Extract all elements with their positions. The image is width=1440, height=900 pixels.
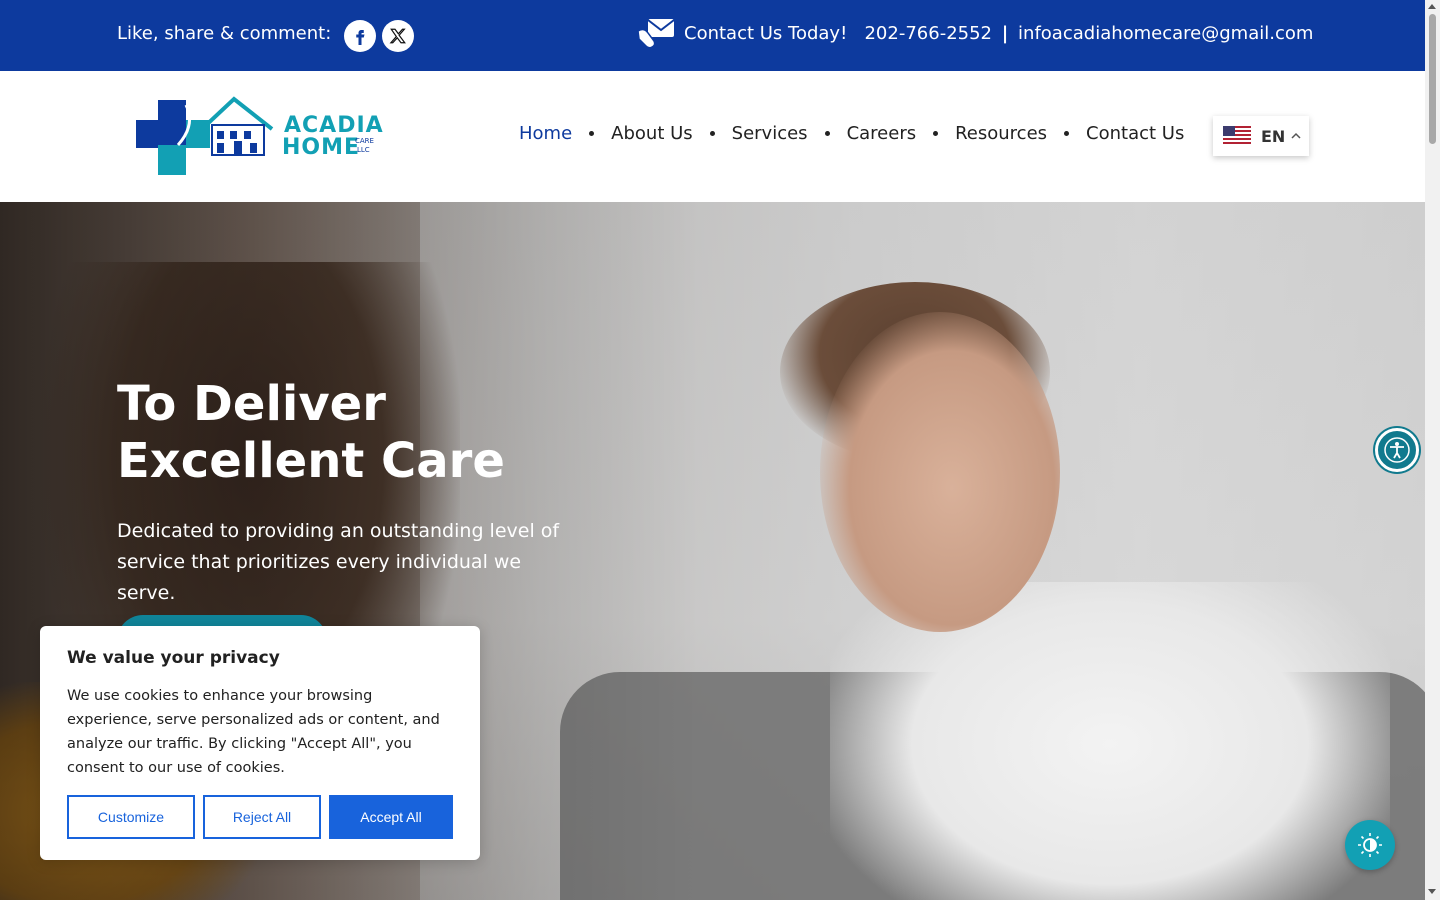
logo-line2: HOME <box>282 135 361 160</box>
main-nav: Home About Us Services Careers Resources… <box>519 123 1184 144</box>
customize-button[interactable]: Customize <box>67 795 195 839</box>
nav-contact-us[interactable]: Contact Us <box>1086 123 1184 144</box>
language-switcher[interactable]: EN <box>1213 116 1309 156</box>
nav-separator <box>824 131 830 136</box>
facebook-icon[interactable] <box>344 20 376 52</box>
contrast-toggle-icon[interactable] <box>1345 820 1395 870</box>
x-icon[interactable] <box>382 20 414 52</box>
cookie-banner: We value your privacy We use cookies to … <box>40 626 480 860</box>
nav-resources[interactable]: Resources <box>955 123 1047 144</box>
scroll-thumb[interactable] <box>1429 14 1436 144</box>
language-code: EN <box>1261 126 1286 146</box>
contact-handshake-icon <box>637 19 675 49</box>
nav-separator <box>709 131 715 136</box>
brightness-icon <box>1358 833 1382 857</box>
cookie-title: We value your privacy <box>67 648 280 668</box>
us-flag-icon <box>1223 126 1251 146</box>
logo-llc: LLC <box>357 146 370 154</box>
nav-separator <box>589 131 595 136</box>
nav-services[interactable]: Services <box>732 123 808 144</box>
nav-careers[interactable]: Careers <box>847 123 917 144</box>
cookie-actions: Customize Reject All Accept All <box>67 795 453 839</box>
accept-all-button[interactable]: Accept All <box>329 795 453 839</box>
logo[interactable]: ACADIA HOME CARE LLC <box>134 95 384 177</box>
scroll-down-arrow[interactable] <box>1428 889 1436 894</box>
reject-all-button[interactable]: Reject All <box>203 795 321 839</box>
nav-home[interactable]: Home <box>519 123 572 144</box>
hero-title: To Deliver Excellent Care <box>117 376 505 490</box>
nav-about-us[interactable]: About Us <box>611 123 693 144</box>
contact-separator: | <box>1001 23 1009 44</box>
cookie-body: We use cookies to enhance your browsing … <box>67 688 440 776</box>
top-bar: Like, share & comment: Contact Us Today!… <box>0 0 1425 71</box>
accessibility-icon[interactable] <box>1375 428 1419 472</box>
nav-separator <box>933 131 939 136</box>
share-label: Like, share & comment: <box>117 23 332 44</box>
accessibility-figure-icon <box>1384 437 1410 463</box>
logo-care: CARE <box>355 137 374 145</box>
contact-label: Contact Us Today! <box>684 23 848 44</box>
hero-photo-client-shirt <box>830 582 1390 900</box>
scroll-up-arrow[interactable] <box>1428 4 1436 9</box>
chevron-up-icon <box>1291 132 1301 139</box>
hero-title-line1: To Deliver <box>117 376 386 432</box>
hero-photo-client <box>820 312 1060 632</box>
contact-info: Contact Us Today! 202-766-2552 | infoaca… <box>684 23 1313 44</box>
site-header: ACADIA HOME CARE LLC Home About Us Servi… <box>0 71 1425 202</box>
email-link[interactable]: infoacadiahomecare@gmail.com <box>1018 23 1313 44</box>
page-scrollbar[interactable] <box>1425 0 1440 900</box>
phone-link[interactable]: 202-766-2552 <box>864 23 992 44</box>
nav-separator <box>1064 131 1070 136</box>
hero-title-line2: Excellent Care <box>117 433 505 489</box>
hero-subtitle: Dedicated to providing an outstanding le… <box>117 520 560 604</box>
